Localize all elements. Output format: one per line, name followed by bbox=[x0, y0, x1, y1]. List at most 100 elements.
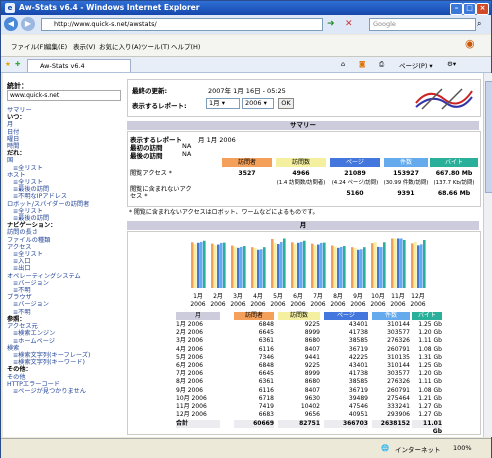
sidebar-link[interactable]: ≡バージョン bbox=[7, 280, 125, 287]
table-header-cell: ページ bbox=[324, 312, 368, 320]
menu-tools[interactable]: ツール(T) bbox=[141, 41, 170, 51]
scrollbar-thumb[interactable] bbox=[485, 81, 492, 193]
menu-file[interactable]: ファイル(F) bbox=[11, 41, 46, 51]
sidebar-link[interactable]: ≡ページが見つかりません bbox=[7, 388, 125, 395]
feeds-icon[interactable]: ◙ bbox=[359, 60, 365, 68]
chart-bar bbox=[414, 242, 417, 288]
table-cell: 8680 bbox=[304, 337, 320, 345]
sidebar-section-heading: その他： bbox=[7, 366, 32, 374]
sidebar-link[interactable]: HTTPエラーコード bbox=[7, 381, 125, 388]
sidebar-link[interactable]: ≡全リスト bbox=[7, 165, 125, 172]
sidebar-link[interactable]: ≡バージョン bbox=[7, 301, 125, 308]
tab-awstats[interactable]: Aw-Stats v6.4 bbox=[27, 59, 131, 72]
sidebar-link[interactable]: ロボット/スパイダーの訪問者 bbox=[7, 201, 125, 208]
summary-value: 9391 bbox=[397, 190, 415, 197]
favorites-star-icon[interactable]: ★ bbox=[5, 60, 11, 68]
chart-month-label: 10月 bbox=[371, 293, 385, 300]
sidebar-link[interactable]: ≡ホームページ bbox=[7, 338, 125, 345]
sidebar-link[interactable]: その他 bbox=[7, 374, 125, 381]
chart-year-label: 2006 bbox=[290, 301, 305, 308]
menu-favorites[interactable]: お気に入り(A) bbox=[99, 41, 141, 51]
chart-bar bbox=[371, 243, 374, 288]
monthly-title: 月 bbox=[127, 221, 479, 230]
sidebar-link[interactable]: 訪問の長さ bbox=[7, 229, 125, 236]
chart-year-label: 2006 bbox=[230, 301, 245, 308]
table-cell: 10402 bbox=[300, 403, 320, 410]
sidebar-link[interactable]: オペレーティングシステム bbox=[7, 273, 125, 280]
forward-icon[interactable]: ▶ bbox=[21, 17, 35, 31]
chart-year-label: 2006 bbox=[410, 301, 425, 308]
chart-year-label: 2006 bbox=[190, 301, 205, 308]
address-toolbar: ◀ ▶ http://www.quick-s.net/awstats/ ➜ ✕ … bbox=[1, 15, 491, 34]
chart-bar bbox=[360, 249, 363, 288]
table-cell: 8680 bbox=[304, 378, 320, 386]
year-select[interactable]: 2006 ▾ bbox=[242, 98, 274, 109]
chart-month-label: 7月 bbox=[313, 293, 323, 300]
chart-bar bbox=[337, 247, 340, 288]
menu-view[interactable]: 表示(V) bbox=[73, 41, 96, 51]
tools-menu-icon[interactable]: ⚙▾ bbox=[447, 60, 456, 68]
chart-bar bbox=[340, 246, 343, 288]
sidebar-link[interactable]: ≡出口 bbox=[7, 265, 125, 272]
page-menu[interactable]: ページ(P) ▾ bbox=[399, 60, 433, 70]
minimize-button[interactable]: – bbox=[450, 3, 463, 15]
go-icon[interactable]: ➜ bbox=[327, 19, 335, 29]
zoom-level[interactable]: 100% bbox=[453, 444, 472, 452]
sidebar-link[interactable]: サマリー bbox=[7, 107, 125, 114]
table-cell: 275464 bbox=[387, 394, 410, 402]
sidebar-link[interactable]: ファイルの種類 bbox=[7, 237, 125, 244]
sidebar-link[interactable]: 月 bbox=[7, 121, 125, 128]
table-total-cell: 合計 bbox=[176, 420, 220, 429]
chart-year-label: 2006 bbox=[270, 301, 285, 308]
home-icon[interactable]: ⌂ bbox=[341, 60, 345, 68]
summary-title: サマリー bbox=[127, 121, 479, 130]
ok-button[interactable]: OK bbox=[278, 98, 294, 109]
month-select[interactable]: 1月 ▾ bbox=[206, 98, 240, 109]
menu-edit[interactable]: 編集(E) bbox=[45, 41, 67, 51]
stop-icon[interactable]: ✕ bbox=[345, 19, 353, 29]
table-cell: 4月 2006 bbox=[176, 345, 203, 353]
sidebar-link[interactable]: ≡不明 bbox=[7, 309, 125, 316]
table-cell: 47546 bbox=[348, 403, 368, 410]
table-cell: 6361 bbox=[258, 378, 274, 386]
close-button[interactable]: × bbox=[476, 3, 489, 15]
table-cell: 9656 bbox=[304, 411, 320, 419]
chart-bar bbox=[271, 238, 274, 288]
sidebar-link[interactable]: 曜日 bbox=[7, 136, 125, 143]
chart-bar bbox=[283, 238, 286, 288]
chart-bar bbox=[374, 242, 377, 288]
maximize-button[interactable]: □ bbox=[463, 3, 476, 15]
table-cell: 6848 bbox=[258, 321, 274, 328]
sidebar-link[interactable]: ≡全リスト bbox=[7, 251, 125, 258]
chart-bar bbox=[397, 238, 400, 288]
chart-year-label: 2006 bbox=[350, 301, 365, 308]
chart-bar bbox=[223, 242, 226, 288]
table-cell: 12月 2006 bbox=[176, 411, 207, 419]
menu-bar: ファイル(F) 編集(E) 表示(V) お気に入り(A) ツール(T) ヘルプ(… bbox=[1, 35, 491, 57]
sidebar-link[interactable]: ≡検索エンジン bbox=[7, 330, 125, 337]
search-input[interactable]: Google bbox=[369, 18, 476, 31]
table-cell: 1.11 Gb bbox=[418, 378, 442, 386]
menu-help[interactable]: ヘルプ(H) bbox=[171, 41, 200, 51]
sidebar-link[interactable]: アクセス bbox=[7, 244, 125, 251]
chart-month-label: 5月 bbox=[273, 293, 283, 300]
sidebar-link[interactable]: ホスト bbox=[7, 172, 125, 179]
search-icon[interactable]: ⌕ bbox=[477, 19, 481, 29]
chart-bar bbox=[354, 247, 357, 288]
table-cell: 9441 bbox=[304, 353, 320, 361]
back-icon[interactable]: ◀ bbox=[4, 17, 18, 31]
sidebar-link[interactable]: 検索 bbox=[7, 345, 125, 352]
sidebar-link[interactable]: ≡不明なIPアドレス bbox=[7, 193, 125, 200]
vertical-scrollbar[interactable] bbox=[483, 73, 492, 437]
print-icon[interactable]: ⎙ bbox=[379, 60, 384, 69]
add-favorite-icon[interactable]: ✚ bbox=[15, 60, 20, 68]
table-cell: 39489 bbox=[348, 394, 368, 402]
sidebar-link[interactable]: 国 bbox=[7, 157, 125, 164]
sidebar-link[interactable]: ≡最後の訪問 bbox=[7, 186, 125, 193]
sidebar-link[interactable]: ≡全リスト bbox=[7, 208, 125, 215]
sidebar-link[interactable]: ブラウザ bbox=[7, 294, 125, 301]
sidebar-link[interactable]: 日付 bbox=[7, 129, 125, 136]
table-total-cell: 11.01 Gb bbox=[412, 420, 442, 435]
address-input[interactable]: http://www.quick-s.net/awstats/ bbox=[41, 18, 323, 31]
sidebar-section-heading: 参照： bbox=[7, 315, 26, 323]
